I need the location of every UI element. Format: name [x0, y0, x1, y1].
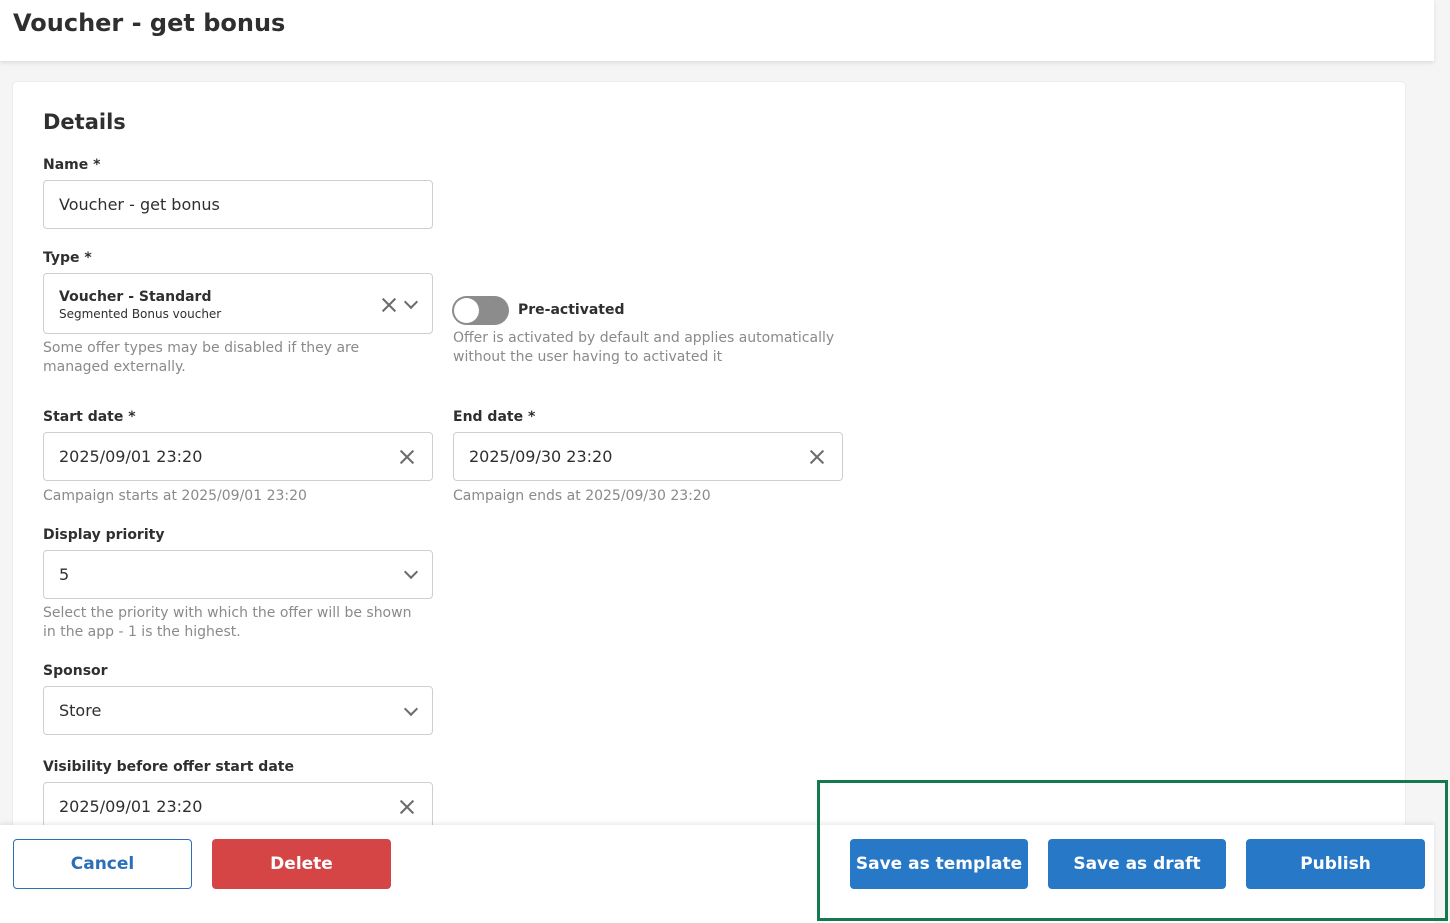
type-select[interactable]: Voucher - Standard Segmented Bonus vouch… — [43, 273, 433, 334]
end-date-value: 2025/09/30 23:20 — [469, 447, 613, 466]
type-hint: Some offer types may be disabled if they… — [43, 340, 360, 375]
type-value-title: Voucher - Standard — [59, 289, 212, 305]
display-priority-hint: Select the priority with which the offer… — [43, 605, 412, 640]
name-label: Name * — [43, 157, 101, 173]
visibility-label: Visibility before offer start date — [43, 759, 294, 775]
chevron-down-icon[interactable] — [403, 564, 419, 580]
page-header: Voucher - get bonus — [0, 0, 1434, 61]
sponsor-select[interactable]: Store — [43, 686, 433, 735]
pre-activated-hint: Offer is activated by default and applie… — [453, 330, 835, 365]
display-priority-label: Display priority — [43, 527, 165, 543]
type-value-subtitle: Segmented Bonus voucher — [59, 307, 222, 321]
clear-icon[interactable] — [400, 450, 414, 464]
save-as-template-button[interactable]: Save as template — [850, 839, 1028, 889]
save-as-draft-button[interactable]: Save as draft — [1048, 839, 1226, 889]
delete-button[interactable]: Delete — [212, 839, 391, 889]
name-input[interactable]: Voucher - get bonus — [43, 180, 433, 229]
start-date-input[interactable]: 2025/09/01 23:20 — [43, 432, 433, 481]
clear-icon[interactable] — [400, 800, 414, 814]
toggle-knob — [454, 298, 479, 323]
end-date-hint: Campaign ends at 2025/09/30 23:20 — [453, 488, 711, 504]
end-date-input[interactable]: 2025/09/30 23:20 — [453, 432, 843, 481]
start-date-hint: Campaign starts at 2025/09/01 23:20 — [43, 488, 307, 504]
page-title: Voucher - get bonus — [13, 9, 286, 37]
publish-button[interactable]: Publish — [1246, 839, 1425, 889]
end-date-label: End date * — [453, 409, 536, 425]
sponsor-label: Sponsor — [43, 663, 108, 679]
name-value: Voucher - get bonus — [59, 195, 220, 214]
section-title: Details — [43, 110, 126, 134]
visibility-input[interactable]: 2025/09/01 23:20 — [43, 782, 433, 831]
start-date-value: 2025/09/01 23:20 — [59, 447, 203, 466]
footer-bar: Cancel Delete Save as template Save as d… — [0, 825, 1434, 923]
start-date-label: Start date * — [43, 409, 136, 425]
pre-activated-toggle[interactable] — [452, 296, 509, 325]
pre-activated-label: Pre-activated — [518, 302, 625, 318]
display-priority-value: 5 — [59, 565, 70, 584]
clear-icon[interactable] — [810, 450, 824, 464]
clear-icon[interactable] — [382, 298, 396, 312]
type-label: Type * — [43, 250, 92, 266]
chevron-down-icon[interactable] — [403, 701, 419, 717]
sponsor-value: Store — [59, 701, 102, 720]
chevron-down-icon[interactable] — [403, 294, 419, 310]
display-priority-select[interactable]: 5 — [43, 550, 433, 599]
visibility-value: 2025/09/01 23:20 — [59, 797, 203, 816]
cancel-button[interactable]: Cancel — [13, 839, 192, 889]
